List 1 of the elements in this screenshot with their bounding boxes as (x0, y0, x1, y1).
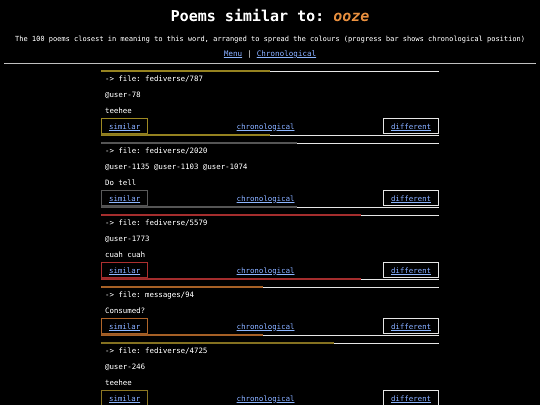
page-title: Poems similar to: ooze (170, 6, 370, 26)
